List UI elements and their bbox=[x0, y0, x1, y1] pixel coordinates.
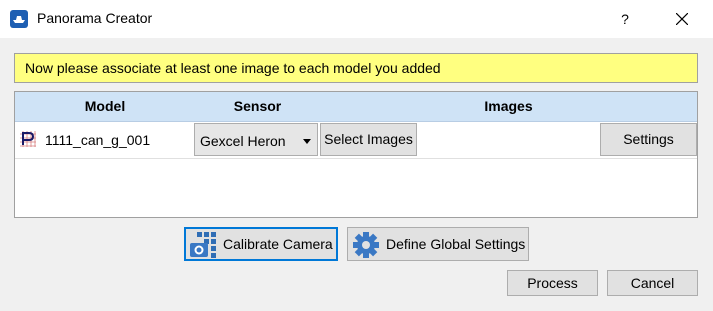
select-images-button[interactable]: Select Images bbox=[320, 123, 417, 156]
camera-grid-icon bbox=[190, 232, 216, 258]
boat-app-icon bbox=[10, 10, 28, 28]
model-settings-button[interactable]: Settings bbox=[600, 123, 697, 156]
calibrate-camera-button[interactable]: Calibrate Camera bbox=[184, 227, 338, 261]
sensor-dropdown[interactable]: Gexcel Heron bbox=[194, 123, 318, 156]
model-name: 1111_can_g_001 bbox=[45, 132, 151, 148]
close-icon bbox=[676, 13, 688, 25]
point-cloud-model-icon bbox=[20, 131, 36, 147]
sensor-value: Gexcel Heron bbox=[200, 133, 286, 149]
window-title: Panorama Creator bbox=[37, 10, 153, 26]
table-header: Model Sensor Images bbox=[15, 92, 697, 122]
instruction-banner: Now please associate at least one image … bbox=[14, 53, 698, 83]
define-global-settings-label: Define Global Settings bbox=[386, 236, 526, 252]
models-table: Model Sensor Images 1111_can_g_001 Gexce… bbox=[14, 91, 698, 218]
close-button[interactable] bbox=[660, 4, 704, 34]
table-row[interactable]: 1111_can_g_001 Gexcel Heron Select Image… bbox=[15, 122, 697, 159]
chevron-down-icon bbox=[303, 139, 311, 144]
cancel-button[interactable]: Cancel bbox=[607, 270, 698, 296]
help-button[interactable]: ? bbox=[605, 4, 645, 34]
calibrate-camera-label: Calibrate Camera bbox=[223, 236, 333, 252]
gear-icon bbox=[353, 232, 379, 258]
title-bar: Panorama Creator ? bbox=[0, 0, 713, 38]
column-header-images: Images bbox=[484, 98, 533, 114]
instruction-text: Now please associate at least one image … bbox=[25, 60, 441, 76]
define-global-settings-button[interactable]: Define Global Settings bbox=[347, 227, 529, 261]
column-header-sensor: Sensor bbox=[233, 98, 282, 114]
process-button[interactable]: Process bbox=[507, 270, 598, 296]
column-header-model: Model bbox=[84, 98, 126, 114]
